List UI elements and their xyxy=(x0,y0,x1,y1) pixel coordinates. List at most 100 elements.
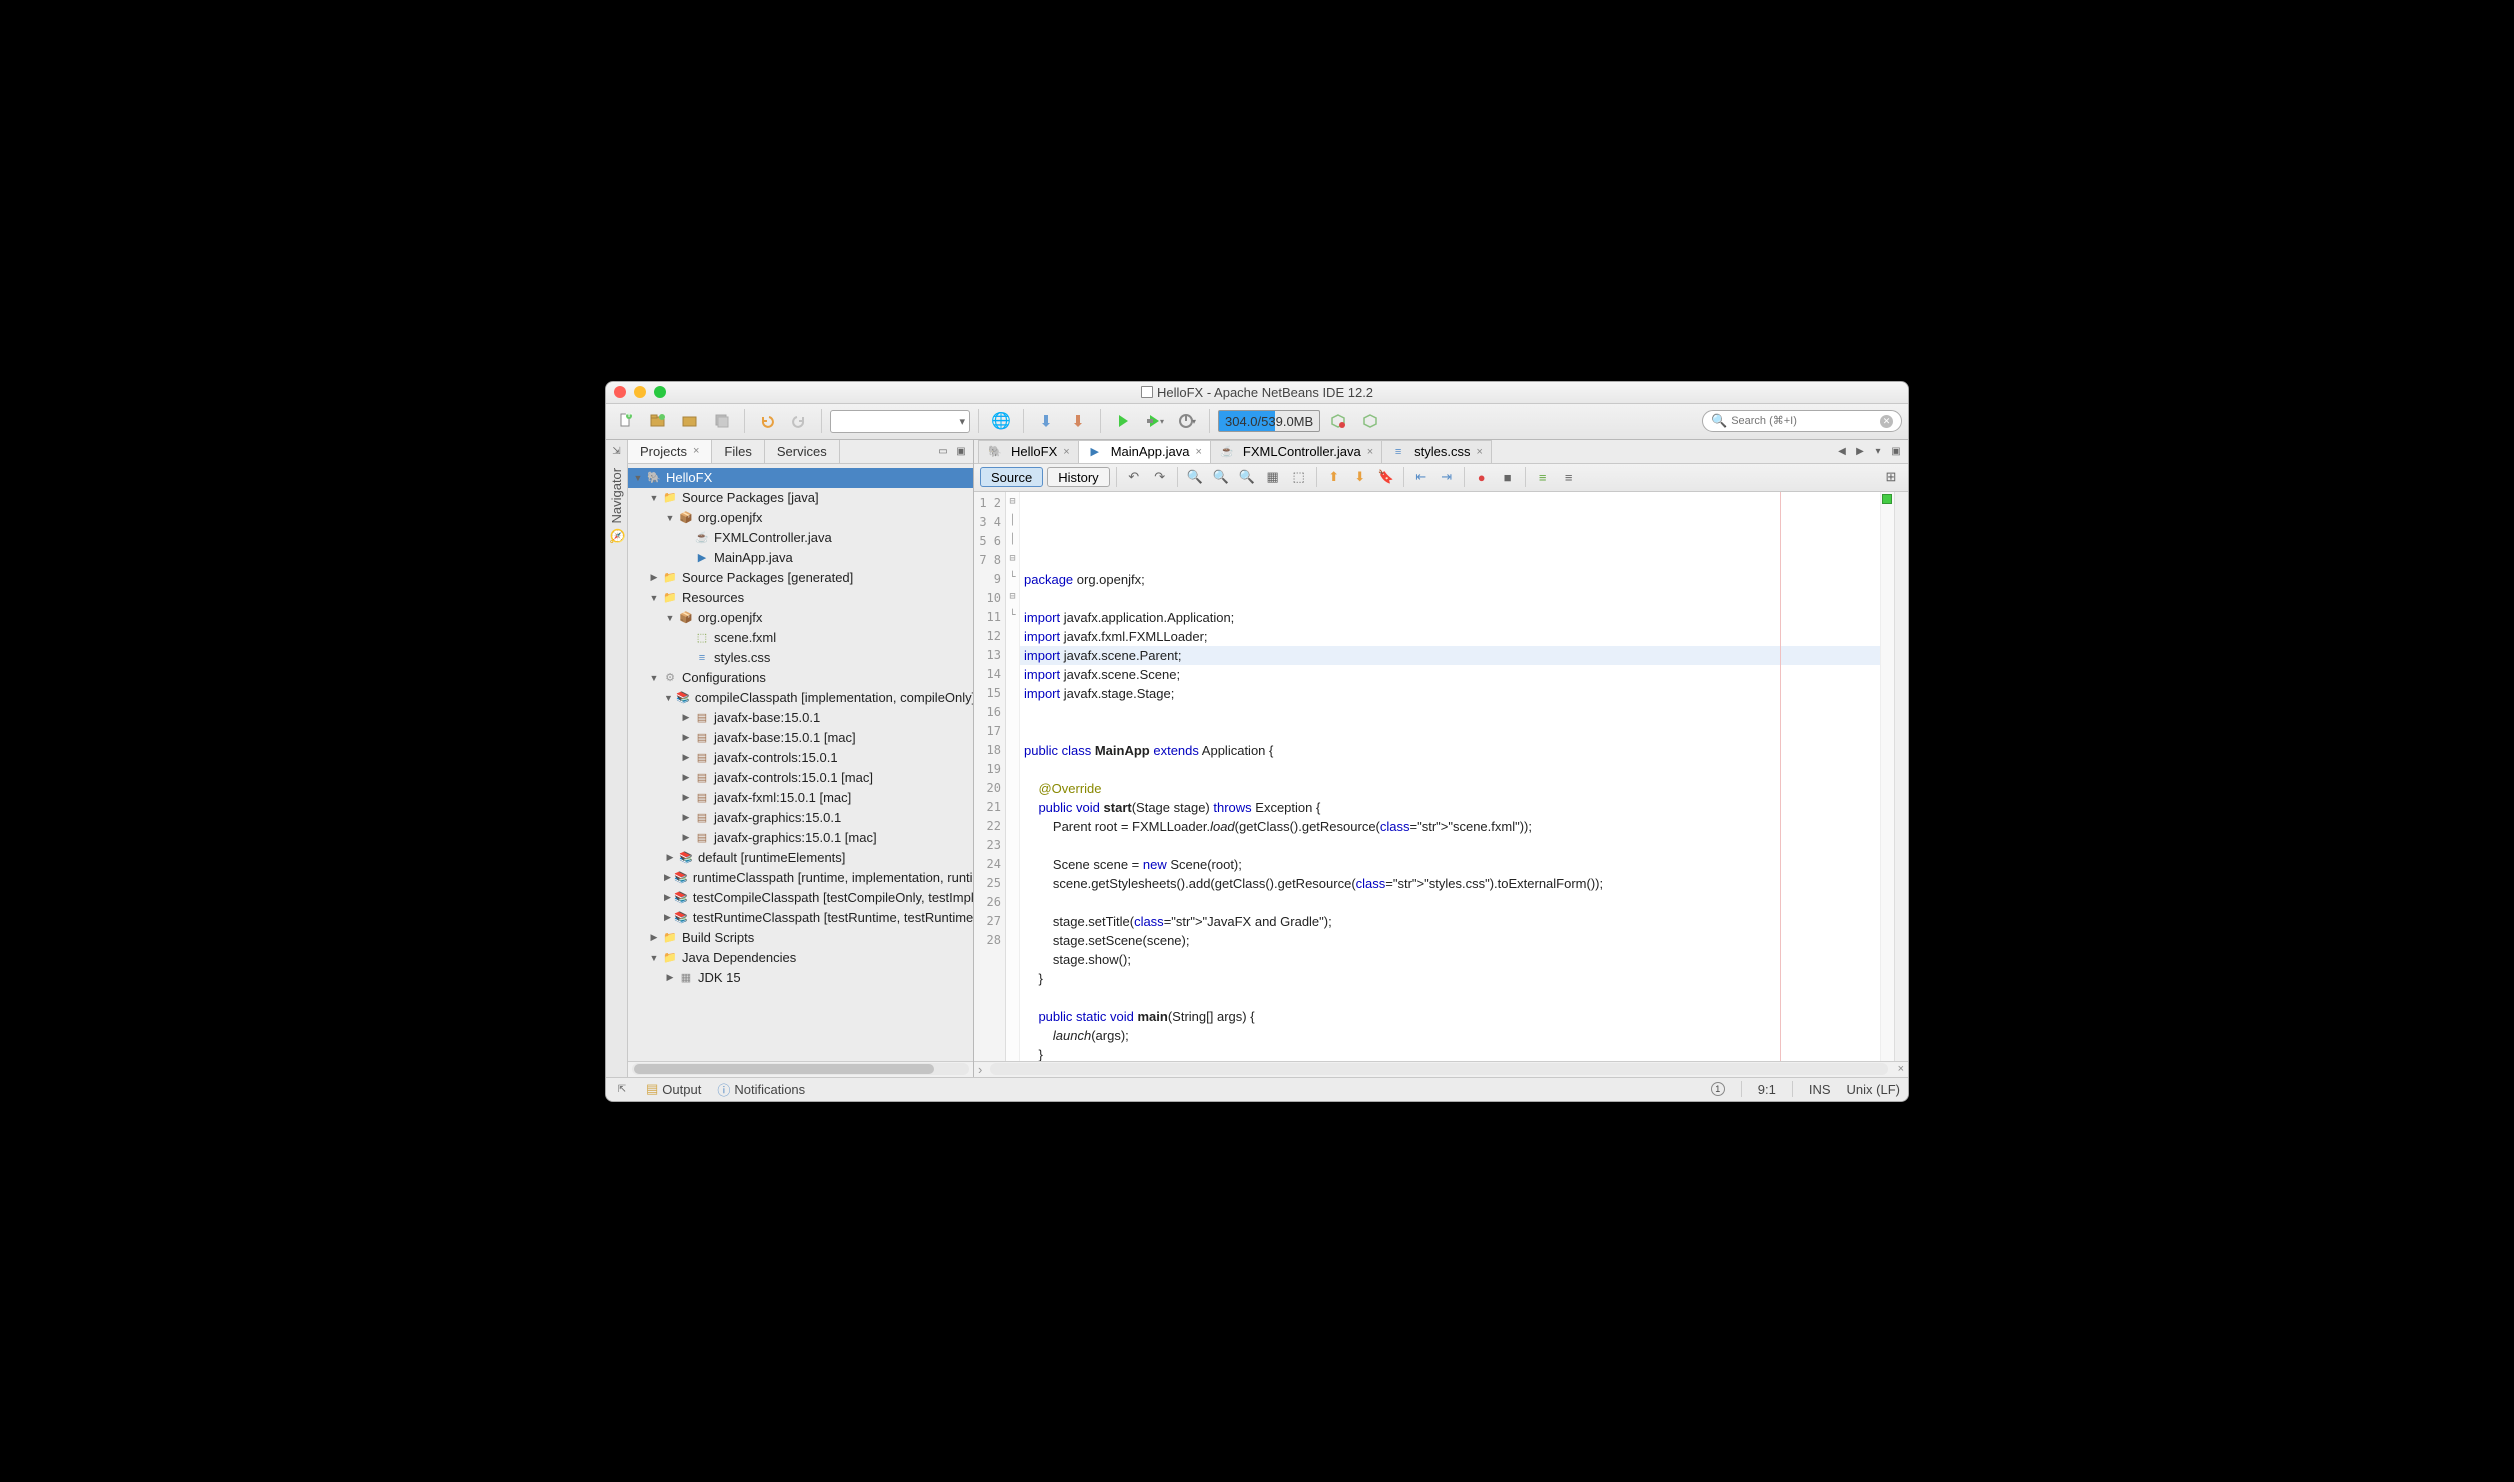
split-editor-icon[interactable]: ⊞ xyxy=(1880,466,1902,488)
tab-projects[interactable]: Projects× xyxy=(628,440,712,463)
config-dropdown[interactable]: ▾ xyxy=(830,410,970,433)
close-tab-icon[interactable]: × xyxy=(1367,446,1373,458)
tree-node[interactable]: 📁Source Packages [generated] xyxy=(628,568,973,588)
debug-button[interactable]: ▾ xyxy=(1141,407,1169,435)
restore-panel-button[interactable]: ⇲ xyxy=(609,444,625,460)
tree-leaf-dep[interactable]: ▤javafx-fxml:15.0.1 [mac] xyxy=(628,788,973,808)
tree-node[interactable]: 📚compileClasspath [implementation, compi… xyxy=(628,688,973,708)
tree-leaf-dep[interactable]: ▤javafx-controls:15.0.1 xyxy=(628,748,973,768)
close-tab-icon[interactable]: × xyxy=(1195,446,1201,458)
clear-search-icon[interactable]: ✕ xyxy=(1880,415,1893,428)
scroll-tabs-left-icon[interactable]: ◀ xyxy=(1834,443,1850,459)
maximize-editor-icon[interactable]: ▣ xyxy=(1888,443,1904,459)
tree-node[interactable]: 📚testRuntimeClasspath [testRuntime, test… xyxy=(628,908,973,928)
cursor-position[interactable]: 9:1 xyxy=(1758,1082,1776,1097)
dock-panel-icon[interactable]: ▣ xyxy=(953,443,969,459)
editor-tab-styles[interactable]: ≡styles.css× xyxy=(1381,440,1492,463)
tree-leaf-fxml[interactable]: ⬚scene.fxml xyxy=(628,628,973,648)
tree-leaf-java[interactable]: ▶MainApp.java xyxy=(628,548,973,568)
search-input[interactable] xyxy=(1731,415,1876,427)
tree-leaf-css[interactable]: ≡styles.css xyxy=(628,648,973,668)
scroll-tabs-right-icon[interactable]: ▶ xyxy=(1852,443,1868,459)
tree-leaf-dep[interactable]: ▤javafx-base:15.0.1 [mac] xyxy=(628,728,973,748)
macro-record-icon[interactable]: ● xyxy=(1471,466,1493,488)
close-tab-icon[interactable]: × xyxy=(1476,446,1482,458)
insert-overwrite-mode[interactable]: INS xyxy=(1809,1082,1831,1097)
tree-leaf-dep[interactable]: ▤javafx-base:15.0.1 xyxy=(628,708,973,728)
open-project-button[interactable] xyxy=(676,407,704,435)
shift-left-icon[interactable]: ⇤ xyxy=(1410,466,1432,488)
tree-leaf-dep[interactable]: ▤javafx-graphics:15.0.1 xyxy=(628,808,973,828)
tab-services[interactable]: Services xyxy=(765,440,840,463)
fold-column[interactable]: ⊟ │ │ ⊟ └ ⊟ └ xyxy=(1006,492,1020,1061)
close-tab-icon[interactable]: × xyxy=(1063,446,1069,458)
save-all-button[interactable] xyxy=(708,407,736,435)
nav-back-icon[interactable]: ↶ xyxy=(1123,466,1145,488)
restore-output-icon[interactable]: ⇱ xyxy=(614,1081,630,1097)
editor-hscrollbar[interactable]: ›× xyxy=(974,1061,1908,1077)
tab-list-icon[interactable]: ▾ xyxy=(1870,443,1886,459)
tree-node[interactable]: 📚default [runtimeElements] xyxy=(628,848,973,868)
tree-leaf-java[interactable]: ☕FXMLController.java xyxy=(628,528,973,548)
tree-leaf-jdk[interactable]: ▦JDK 15 xyxy=(628,968,973,988)
toggle-bookmark-icon[interactable]: 🔖 xyxy=(1375,466,1397,488)
close-tab-icon[interactable]: × xyxy=(693,445,699,457)
uncomment-icon[interactable]: ≡ xyxy=(1558,466,1580,488)
new-project-button[interactable] xyxy=(644,407,672,435)
tab-files[interactable]: Files xyxy=(712,440,764,463)
profile-button[interactable]: ▾ xyxy=(1173,407,1201,435)
tree-leaf-dep[interactable]: ▤javafx-graphics:15.0.1 [mac] xyxy=(628,828,973,848)
tree-node[interactable]: 📚testCompileClasspath [testCompileOnly, … xyxy=(628,888,973,908)
new-file-button[interactable]: + xyxy=(612,407,640,435)
toggle-rect-sel-icon[interactable]: ⬚ xyxy=(1288,466,1310,488)
source-view-button[interactable]: Source xyxy=(980,467,1043,487)
close-editor-icon[interactable]: × xyxy=(1894,1063,1908,1075)
project-tree[interactable]: 🐘HelloFX 📁Source Packages [java] 📦org.op… xyxy=(628,464,973,1061)
redo-button[interactable] xyxy=(785,407,813,435)
tree-node[interactable]: 📁Source Packages [java] xyxy=(628,488,973,508)
code-editor[interactable]: package org.openjfx; import javafx.appli… xyxy=(1020,492,1880,1061)
find-prev-icon[interactable]: 🔍 xyxy=(1210,466,1232,488)
panel-hscrollbar[interactable] xyxy=(628,1061,973,1077)
java-file-icon: ▶ xyxy=(1087,444,1103,460)
project-root[interactable]: 🐘HelloFX xyxy=(628,468,973,488)
tree-node[interactable]: 📦org.openjfx xyxy=(628,508,973,528)
navigator-label: Navigator xyxy=(609,468,624,524)
tree-node[interactable]: 📁Resources xyxy=(628,588,973,608)
prev-bookmark-icon[interactable]: ⬆ xyxy=(1323,466,1345,488)
tree-node[interactable]: 📦org.openjfx xyxy=(628,608,973,628)
find-next-icon[interactable]: 🔍 xyxy=(1236,466,1258,488)
shift-right-icon[interactable]: ⇥ xyxy=(1436,466,1458,488)
nav-forward-icon[interactable]: ↷ xyxy=(1149,466,1171,488)
minimize-panel-icon[interactable]: ▭ xyxy=(935,443,951,459)
search-box[interactable]: 🔍 ✕ xyxy=(1702,410,1902,432)
memory-indicator[interactable]: 304.0/539.0MB xyxy=(1218,410,1320,432)
cube-icon-2[interactable] xyxy=(1356,407,1384,435)
line-number-gutter[interactable]: 1 2 3 4 5 6 7 8 9 10 11 12 13 14 15 16 1… xyxy=(974,492,1006,1061)
editor-tab-mainapp[interactable]: ▶MainApp.java× xyxy=(1078,440,1211,463)
run-button[interactable] xyxy=(1109,407,1137,435)
tree-node[interactable]: 📁Java Dependencies xyxy=(628,948,973,968)
line-ending-mode[interactable]: Unix (LF) xyxy=(1847,1082,1900,1097)
undo-button[interactable] xyxy=(753,407,781,435)
next-bookmark-icon[interactable]: ⬇ xyxy=(1349,466,1371,488)
tree-node[interactable]: 📚runtimeClasspath [runtime, implementati… xyxy=(628,868,973,888)
toggle-highlight-icon[interactable]: ▦ xyxy=(1262,466,1284,488)
globe-icon[interactable]: 🌐 xyxy=(987,407,1015,435)
navigator-tab[interactable]: 🧭 Navigator xyxy=(609,468,624,544)
history-view-button[interactable]: History xyxy=(1047,467,1109,487)
find-selection-icon[interactable]: 🔍 xyxy=(1184,466,1206,488)
tree-leaf-dep[interactable]: ▤javafx-controls:15.0.1 [mac] xyxy=(628,768,973,788)
editor-tab-hellofx[interactable]: 🐘HelloFX× xyxy=(978,440,1079,463)
clean-build-button[interactable] xyxy=(1064,407,1092,435)
notifications-tab[interactable]: ⓘNotifications xyxy=(717,1080,805,1099)
editor-tab-fxmlcontroller[interactable]: ☕FXMLController.java× xyxy=(1210,440,1382,463)
build-button[interactable] xyxy=(1032,407,1060,435)
tree-node[interactable]: 📁Build Scripts xyxy=(628,928,973,948)
error-stripe[interactable] xyxy=(1894,492,1908,1061)
cube-icon-1[interactable] xyxy=(1324,407,1352,435)
comment-icon[interactable]: ≡ xyxy=(1532,466,1554,488)
macro-stop-icon[interactable]: ■ xyxy=(1497,466,1519,488)
tree-node[interactable]: ⚙Configurations xyxy=(628,668,973,688)
output-tab[interactable]: ▤Output xyxy=(646,1081,701,1097)
